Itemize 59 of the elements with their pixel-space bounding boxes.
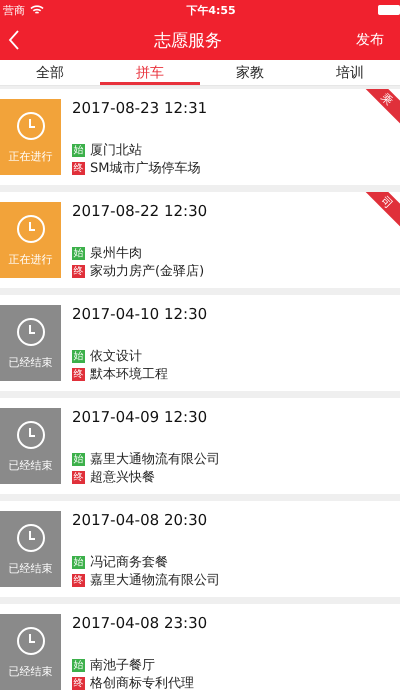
end-tag: 终 [72, 574, 85, 586]
status-label: 正在进行 [8, 252, 52, 266]
tab[interactable]: 家教 [200, 60, 300, 85]
trip-datetime: 2017-08-23 12:31 [72, 99, 208, 119]
trip-card[interactable]: 已经结束 2017-04-10 12:30 始 依文设计 终 默本环境工程 [0, 295, 400, 391]
clock-icon [16, 522, 46, 552]
start-tag: 始 [72, 658, 85, 672]
start-tag: 始 [72, 350, 85, 362]
trip-datetime: 2017-04-10 12:30 [72, 305, 208, 325]
wifi-icon [30, 5, 44, 15]
clock-icon [16, 214, 46, 244]
start-tag: 始 [72, 556, 85, 568]
end-place: 超意兴快餐 [90, 469, 155, 486]
trip-datetime: 2017-04-08 20:30 [72, 511, 208, 531]
status-time: 下午4:55 [186, 2, 236, 18]
end-tag: 终 [72, 470, 85, 484]
trip-card[interactable]: 已经结束 2017-04-08 20:30 始 冯记商务套餐 终 嘉里大通物流有限公司 [0, 501, 400, 597]
start-place: 冯记商务套餐 [90, 554, 168, 571]
status-label: 已经结束 [8, 458, 52, 472]
tab[interactable]: 拼车 [100, 60, 200, 85]
tab[interactable]: 培训 [300, 60, 400, 85]
end-place: 嘉里大通物流有限公司 [90, 572, 220, 589]
start-place: 依文设计 [90, 348, 142, 365]
start-place: 泉州牛肉 [90, 245, 142, 262]
end-tag: 终 [72, 162, 85, 174]
page-title: 志愿服务 [154, 30, 222, 52]
end-place: 格创商标专利代理 [90, 675, 194, 692]
trip-card[interactable]: 正在进行 2017-08-23 12:31 始 厦门北站 终 SM城市广场停车场 乘 [0, 89, 400, 185]
trip-datetime: 2017-04-08 23:30 [72, 614, 208, 634]
status-label: 已经结束 [8, 354, 52, 370]
start-place: 嘉里大通物流有限公司 [90, 451, 220, 468]
trip-datetime: 2017-08-22 12:30 [72, 202, 208, 222]
clock-icon [16, 420, 46, 450]
start-tag: 始 [72, 246, 85, 260]
status-label: 正在进行 [8, 148, 52, 164]
trip-card[interactable]: 已经结束 2017-04-09 12:30 始 嘉里大通物流有限公司 终 超意兴快餐 [0, 398, 400, 494]
battery-icon [378, 5, 400, 15]
end-place: SM城市广场停车场 [90, 160, 200, 177]
start-tag: 始 [72, 144, 85, 156]
end-place: 默本环境工程 [90, 366, 168, 383]
start-place: 南池子餐厅 [90, 657, 155, 674]
start-place: 厦门北站 [90, 142, 142, 159]
status-label: 已经结束 [8, 664, 52, 678]
start-tag: 始 [72, 452, 85, 466]
end-tag: 终 [72, 368, 85, 380]
carrier-name: 营商 [3, 2, 25, 18]
trip-card[interactable]: 已经结束 2017-04-08 23:30 始 南池子餐厅 终 格创商标专利代理 [0, 604, 400, 700]
end-place: 家动力房产(金驿店) [90, 263, 204, 280]
status-label: 已经结束 [8, 560, 52, 576]
publish-button[interactable]: 发布 [356, 31, 384, 49]
end-tag: 终 [72, 676, 85, 690]
clock-icon [16, 316, 46, 346]
trip-datetime: 2017-04-09 12:30 [72, 408, 208, 428]
tab[interactable]: 全部 [0, 60, 100, 85]
clock-icon [16, 626, 46, 656]
clock-icon [16, 110, 46, 140]
end-tag: 终 [72, 264, 85, 278]
trip-card[interactable]: 正在进行 2017-08-22 12:30 始 泉州牛肉 终 家动力房产(金驿店) 司 [0, 192, 400, 288]
back-icon[interactable] [8, 30, 20, 50]
